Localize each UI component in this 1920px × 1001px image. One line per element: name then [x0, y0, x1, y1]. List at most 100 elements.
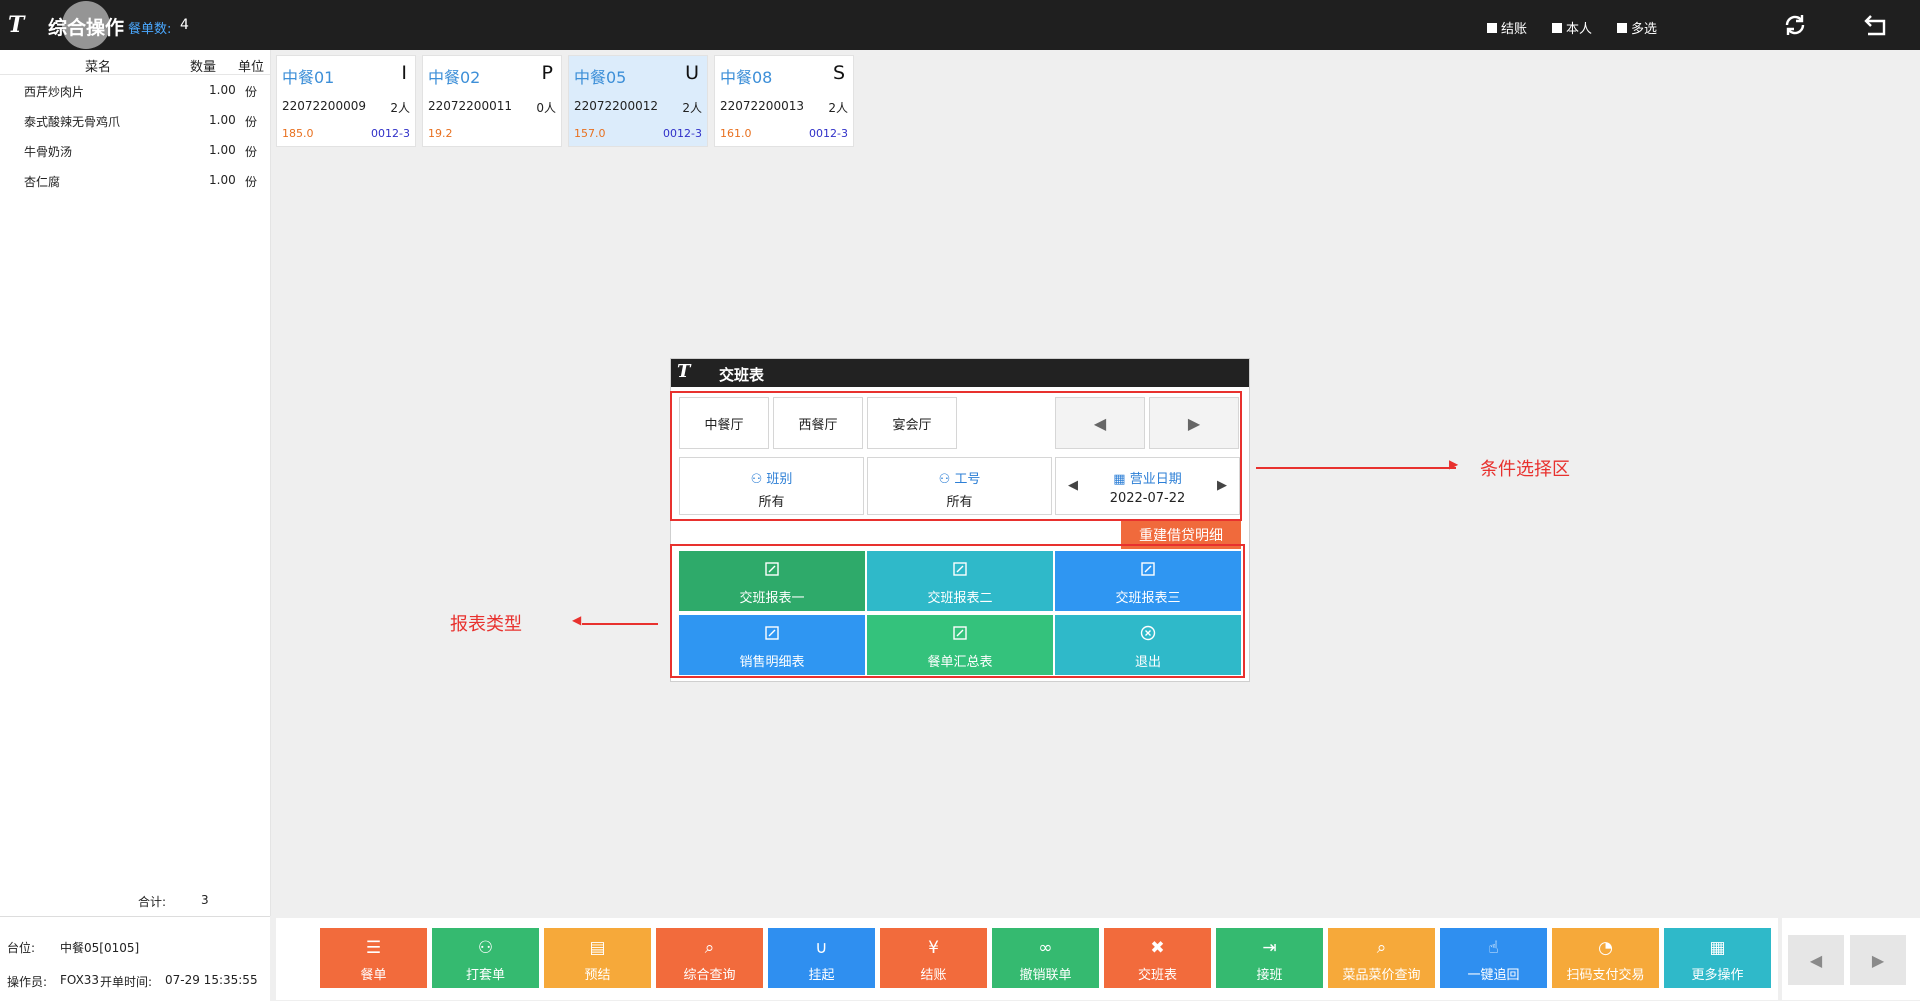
checkbox-icon [1487, 22, 1497, 33]
total-label: 合计: [138, 895, 167, 909]
checkbox-icon [1617, 22, 1627, 33]
dish-row[interactable]: 牛骨奶汤 1.00 份 [0, 140, 270, 162]
col-dish-name: 菜名 [85, 60, 112, 75]
toolbar-label: 综合查询 [683, 968, 736, 983]
toolbar-label: 预结 [584, 968, 611, 983]
dish-unit: 份 [245, 145, 258, 159]
table-label: 台位: [7, 941, 36, 955]
annotation-report-type-label: 报表类型 [450, 614, 522, 635]
table-amount: 161.0 [720, 127, 752, 140]
dish-price-query-button[interactable]: ⌕ 菜品菜价查询 [1328, 928, 1435, 988]
back-icon[interactable] [1862, 13, 1890, 37]
dish-unit: 份 [245, 175, 258, 189]
table-value: 中餐05[0105] [60, 941, 140, 955]
dialog-title: 交班表 [719, 366, 765, 384]
table-amount: 185.0 [282, 127, 314, 140]
toolbar-label: 菜品菜价查询 [1342, 968, 1421, 983]
toolbar-label: 撤销联单 [1019, 968, 1072, 983]
table-order-no: 22072200012 [574, 99, 658, 113]
user-arrow-icon: ⇥ [1262, 938, 1277, 958]
arrow-right-icon: ▶ [1449, 457, 1459, 471]
dish-row[interactable]: 杏仁腐 1.00 份 [0, 170, 270, 192]
dish-unit: 份 [245, 115, 258, 129]
toolbar-label: 挂起 [808, 968, 835, 983]
table-people: 2人 [390, 101, 410, 115]
app-logo: T [8, 12, 24, 38]
annotation-arrow-line [1256, 467, 1456, 469]
dish-name: 杏仁腐 [24, 175, 61, 189]
toolbar-label: 接班 [1256, 968, 1283, 983]
table-name: 中餐01 [282, 68, 335, 87]
condition-area-highlight [670, 391, 1242, 521]
dish-name: 泰式酸辣无骨鸡爪 [24, 115, 121, 129]
toolbar-label: 扫码支付交易 [1566, 968, 1645, 983]
open-time-label: 开单时间: [100, 975, 153, 989]
table-name: 中餐08 [720, 68, 773, 87]
dish-row[interactable]: 西芹炒肉片 1.00 份 [0, 80, 270, 102]
checkbox-label: 本人 [1566, 22, 1593, 37]
dish-unit: 份 [245, 85, 258, 99]
dish-qty: 1.00 [209, 173, 236, 187]
dish-row[interactable]: 泰式酸辣无骨鸡爪 1.00 份 [0, 110, 270, 132]
table-order-no: 22072200009 [282, 99, 366, 113]
table-name: 中餐05 [574, 68, 627, 87]
dialog-header: T 交班表 [671, 359, 1249, 387]
page-title: 综合操作 [48, 17, 125, 39]
print-set-button[interactable]: ⚇ 打套单 [432, 928, 539, 988]
table-card-selected[interactable]: 中餐05 U 22072200012 2人 157.0 0012-3 [568, 55, 708, 147]
take-shift-button[interactable]: ⇥ 接班 [1216, 928, 1323, 988]
general-query-button[interactable]: ⌕ 综合查询 [656, 928, 763, 988]
table-card[interactable]: 中餐01 I 22072200009 2人 185.0 0012-3 [276, 55, 416, 147]
toolbar-label: 更多操作 [1691, 968, 1744, 983]
operator-value: FOX33 [60, 973, 100, 987]
hold-button[interactable]: ∪ 挂起 [768, 928, 875, 988]
dish-qty: 1.00 [209, 143, 236, 157]
document-icon: ▤ [589, 938, 606, 958]
table-people: 2人 [682, 101, 702, 115]
toolbar-label: 打套单 [465, 968, 505, 983]
checkbox-multi[interactable]: 多选 [1617, 18, 1657, 37]
table-card[interactable]: 中餐08 S 22072200013 2人 161.0 0012-3 [714, 55, 854, 147]
hand-icon: ☝ [1488, 938, 1499, 958]
table-amount: 19.2 [428, 127, 453, 140]
dish-name: 西芹炒肉片 [24, 85, 85, 99]
checkout-button[interactable]: ¥ 结账 [880, 928, 987, 988]
caret-right-icon: ▶ [1871, 950, 1885, 970]
annotation-condition-label: 条件选择区 [1480, 459, 1570, 480]
table-amount: 157.0 [574, 127, 606, 140]
more-actions-button[interactable]: ▦ 更多操作 [1664, 928, 1771, 988]
top-bar: T 综合操作 餐单数: 4 结账 本人 多选 [0, 0, 1920, 50]
table-code: 0012-3 [663, 127, 702, 140]
checkbox-label: 结账 [1501, 22, 1528, 37]
checkbox-label: 多选 [1631, 22, 1658, 37]
toolbar-prev-button[interactable]: ◀ [1788, 935, 1844, 985]
order-button[interactable]: ☰ 餐单 [320, 928, 427, 988]
search-icon: ⌕ [704, 938, 715, 958]
table-status-letter: S [832, 62, 845, 84]
caret-left-icon: ◀ [1809, 950, 1823, 970]
recall-button[interactable]: ☝ 一键追回 [1440, 928, 1547, 988]
table-people: 2人 [828, 101, 848, 115]
list-icon: ☰ [365, 938, 382, 958]
operator-label: 操作员: [7, 975, 48, 989]
table-order-no: 22072200011 [428, 99, 512, 113]
refresh-icon[interactable] [1783, 13, 1807, 37]
toolbar-next-button[interactable]: ▶ [1850, 935, 1906, 985]
table-code: 0012-3 [371, 127, 410, 140]
open-time-value: 07-29 15:35:55 [165, 973, 258, 987]
checkbox-icon [1552, 22, 1562, 33]
table-card[interactable]: 中餐02 P 22072200011 0人 19.2 [422, 55, 562, 147]
user-check-icon: ⚇ [477, 938, 494, 958]
cancel-linked-order-button[interactable]: ∞ 撤销联单 [992, 928, 1099, 988]
checkbox-self[interactable]: 本人 [1552, 18, 1592, 37]
table-name: 中餐02 [428, 68, 481, 87]
scan-pay-button[interactable]: ◔ 扫码支付交易 [1552, 928, 1659, 988]
checkbox-checkout[interactable]: 结账 [1487, 18, 1527, 37]
table-status-letter: P [541, 62, 553, 84]
dish-name: 牛骨奶汤 [24, 145, 73, 159]
pre-settle-button[interactable]: ▤ 预结 [544, 928, 651, 988]
order-count-value: 4 [180, 17, 189, 33]
shift-report-button[interactable]: ✖ 交班表 [1104, 928, 1211, 988]
table-status-letter: U [685, 62, 699, 84]
report-type-highlight [670, 544, 1245, 678]
